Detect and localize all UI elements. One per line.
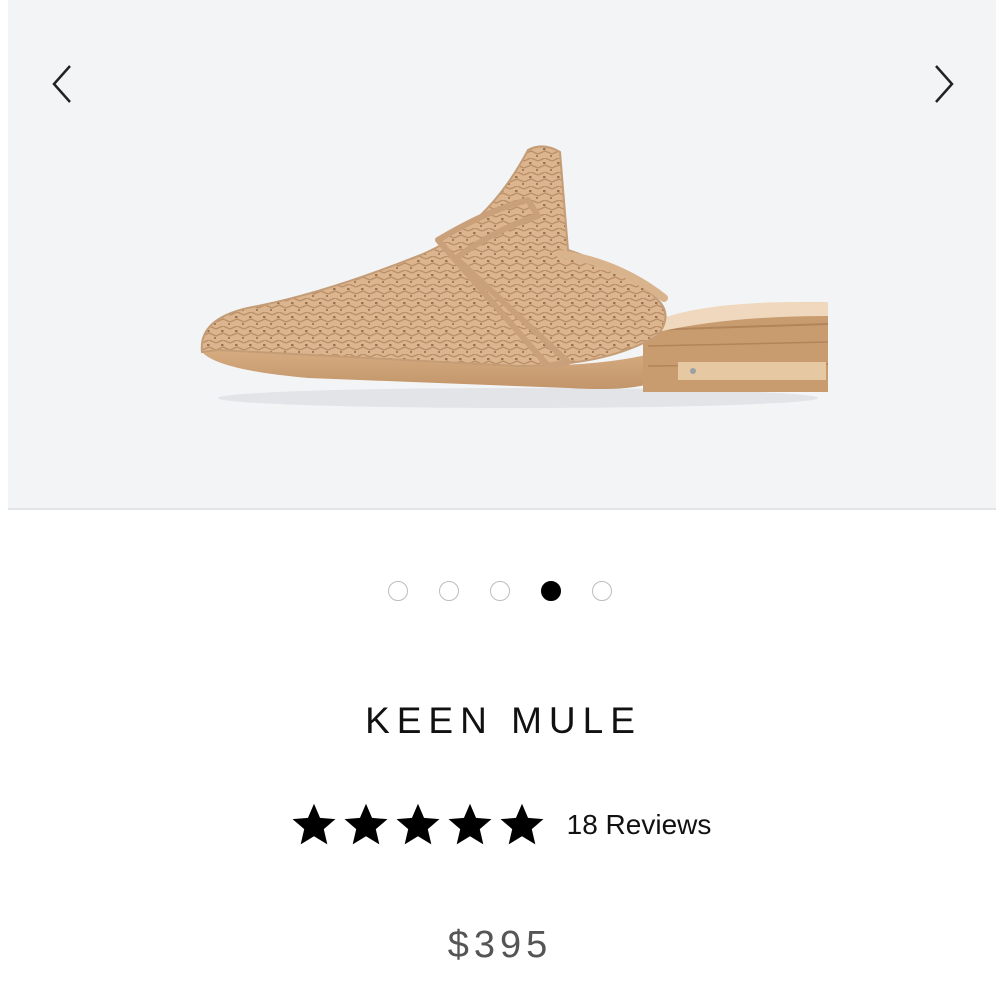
product-photo — [200, 145, 829, 408]
carousel-dot[interactable] — [490, 581, 510, 601]
carousel-dot-active[interactable] — [541, 581, 561, 601]
star-icon — [292, 803, 336, 845]
product-image-gallery — [8, 0, 996, 510]
chevron-right-icon — [935, 65, 954, 103]
product-price: $395 — [447, 924, 553, 966]
carousel-dot[interactable] — [592, 581, 612, 601]
product-page: KEEN MULE 18 Reviews $395 — [0, 0, 1000, 1000]
carousel-dot[interactable] — [388, 581, 408, 601]
reviews-link[interactable]: 18 Reviews — [567, 809, 712, 841]
carousel-dot[interactable] — [439, 581, 459, 601]
star-icon — [500, 803, 544, 845]
carousel-pagination — [0, 581, 1000, 601]
product-title: KEEN MULE — [365, 700, 642, 741]
chevron-left-icon — [52, 65, 71, 103]
rating-row: 18 Reviews — [0, 800, 1000, 850]
star-icon — [448, 803, 492, 845]
previous-image-button[interactable] — [34, 56, 90, 112]
star-icon — [344, 803, 388, 845]
star-rating[interactable] — [289, 800, 547, 850]
next-image-button[interactable] — [916, 56, 972, 112]
star-icon — [396, 803, 440, 845]
